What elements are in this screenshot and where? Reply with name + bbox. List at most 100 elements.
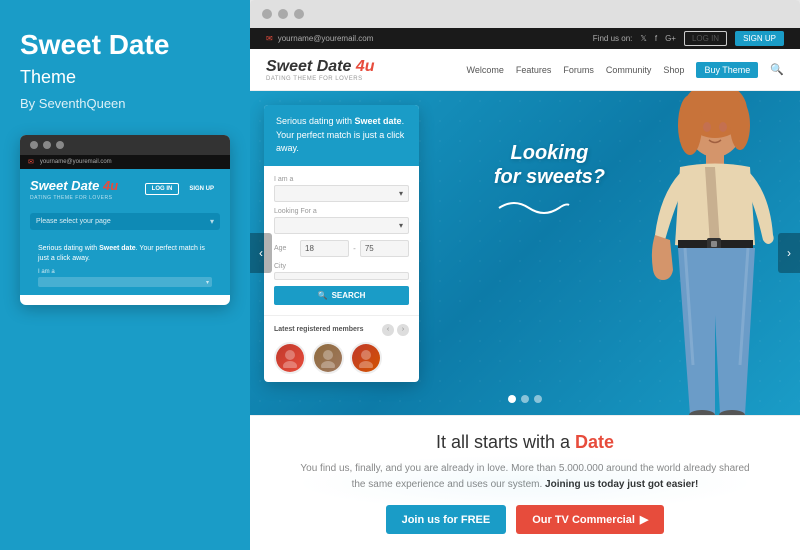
nav-buy-theme[interactable]: Buy Theme [696, 62, 758, 78]
topbar-signup-btn[interactable]: SIGN UP [735, 31, 784, 46]
mini-email-text: yourname@youremail.com [40, 159, 112, 165]
carousel-prev-btn[interactable]: ‹ [250, 233, 272, 273]
site-topbar-right: Find us on: 𝕏 f G+ LOG IN SIGN UP [593, 31, 784, 46]
app-subtitle: Theme [20, 67, 230, 88]
hero-tagline-line2: for sweets? [494, 165, 605, 189]
search-btn-label: SEARCH [332, 291, 366, 300]
site-content: ✉ yourname@youremail.com Find us on: 𝕏 f… [250, 28, 800, 550]
form-members: Latest registered members ‹ › [264, 315, 419, 382]
browser-dot-1 [262, 9, 272, 19]
carousel-dot-3[interactable] [534, 395, 542, 403]
members-next-btn[interactable]: › [397, 324, 409, 336]
search-icon: 🔍 [318, 291, 328, 300]
member-avatar-2[interactable] [312, 342, 344, 374]
topbar-email-icon: ✉ [266, 34, 273, 43]
form-members-avatars [274, 342, 409, 374]
form-iam-row: I am a ▾ [274, 176, 409, 202]
main-browser-bar [250, 0, 800, 28]
mini-field-label: I am a [38, 269, 212, 275]
site-nav: Sweet Date 4u DATING THEME FOR LOVERS We… [250, 49, 800, 91]
form-members-header: Latest registered members ‹ › [274, 324, 409, 336]
avatar-male-1-img [314, 344, 342, 372]
facebook-icon[interactable]: f [655, 34, 657, 43]
member-avatar-3[interactable] [350, 342, 382, 374]
site-topbar: ✉ yourname@youremail.com Find us on: 𝕏 f… [250, 28, 800, 49]
form-age-from-select[interactable]: 18 [300, 240, 349, 257]
main-browser: ✉ yourname@youremail.com Find us on: 𝕏 f… [250, 0, 800, 550]
form-lookingfor-label: Looking For a [274, 208, 409, 215]
mini-select-arrow-icon: ▾ [210, 217, 214, 226]
googleplus-icon[interactable]: G+ [665, 34, 676, 43]
site-topbar-left: ✉ yourname@youremail.com [266, 34, 373, 43]
topbar-email: yourname@youremail.com [278, 34, 374, 43]
nav-search-icon[interactable]: 🔍 [770, 63, 784, 76]
hero-tagline-line1: Looking [494, 141, 605, 165]
mini-topbar: ✉ yourname@youremail.com [20, 155, 230, 169]
form-age-to-value: 75 [365, 244, 374, 253]
form-age-dash: - [353, 244, 356, 253]
mini-page-select[interactable]: Please select your page ▾ [30, 213, 220, 230]
mini-browser: ✉ yourname@youremail.com Sweet Date 4u D… [20, 135, 230, 306]
nav-welcome[interactable]: Welcome [466, 65, 503, 75]
form-lookingfor-arrow-icon: ▾ [399, 221, 403, 230]
world-map-overlay [250, 416, 800, 550]
form-city-label: City [274, 263, 409, 270]
right-panel: ✉ yourname@youremail.com Find us on: 𝕏 f… [250, 0, 800, 550]
nav-community[interactable]: Community [606, 65, 652, 75]
site-logo: Sweet Date 4u DATING THEME FOR LOVERS [266, 58, 374, 82]
form-iam-arrow-icon: ▾ [399, 189, 403, 198]
mini-form-text: Serious dating with Sweet date. Your per… [38, 244, 212, 264]
form-search-btn[interactable]: 🔍 SEARCH [274, 286, 409, 305]
form-lookingfor-row: Looking For a ▾ [274, 208, 409, 234]
browser-dot-2 [278, 9, 288, 19]
nav-forums[interactable]: Forums [563, 65, 594, 75]
form-age-from-value: 18 [305, 244, 314, 253]
browser-dot-3 [294, 9, 304, 19]
mini-browser-bar [20, 135, 230, 155]
mini-field-arrow-icon: ▾ [206, 279, 209, 286]
topbar-login-btn[interactable]: LOG IN [684, 31, 727, 46]
hero-tagline: Looking for sweets? [494, 141, 605, 223]
carousel-dots [508, 395, 542, 403]
nav-shop[interactable]: Shop [663, 65, 684, 75]
form-members-title: Latest registered members [274, 326, 363, 333]
carousel-dot-1[interactable] [508, 395, 516, 403]
mini-blue-section: Serious dating with Sweet date. Your per… [30, 236, 220, 296]
mini-signup-btn[interactable]: SIGN UP [183, 183, 220, 195]
carousel-next-btn[interactable]: › [778, 233, 800, 273]
carousel-dot-2[interactable] [521, 395, 529, 403]
mini-login-btn[interactable]: LOG IN [145, 183, 180, 195]
app-author: By SeventhQueen [20, 96, 230, 111]
form-panel-header: Serious dating with Sweet date. Your per… [264, 105, 419, 166]
mini-email-icon: ✉ [28, 158, 34, 166]
site-hero: ‹ Serious dating with Sweet date. Your p… [250, 91, 800, 415]
form-members-nav: ‹ › [382, 324, 409, 336]
nav-features[interactable]: Features [516, 65, 552, 75]
hero-right: Looking for sweets? [433, 91, 800, 415]
form-age-to-select[interactable]: 75 [360, 240, 409, 257]
mini-field[interactable]: ▾ [38, 277, 212, 287]
twitter-icon[interactable]: 𝕏 [640, 34, 646, 43]
avatar-female-1-img [276, 344, 304, 372]
form-lookingfor-select[interactable]: ▾ [274, 217, 409, 234]
form-iam-label: I am a [274, 176, 409, 183]
mini-dot-2 [43, 141, 51, 149]
members-prev-btn[interactable]: ‹ [382, 324, 394, 336]
mini-auth-btns: LOG IN SIGN UP [145, 183, 220, 195]
find-us-text: Find us on: [593, 34, 633, 43]
form-iam-select[interactable]: ▾ [274, 185, 409, 202]
avatar-female-2-img [352, 344, 380, 372]
mini-logo-sub: DATING THEME FOR LOVERS [30, 195, 118, 201]
site-bottom: It all starts with a Date You find us, f… [250, 415, 800, 550]
app-title: Sweet Date [20, 30, 230, 61]
hero-woman-figure [605, 91, 790, 415]
form-city-row: City [274, 263, 409, 280]
mini-select-text: Please select your page [36, 218, 111, 225]
form-city-input[interactable] [274, 272, 409, 280]
mini-browser-content: ✉ yourname@youremail.com Sweet Date 4u D… [20, 155, 230, 296]
mini-logo: Sweet Date 4u DATING THEME FOR LOVERS [30, 177, 118, 201]
hero-form-panel: Serious dating with Sweet date. Your per… [264, 105, 419, 382]
form-panel-body: I am a ▾ Looking For a ▾ Age [264, 166, 419, 315]
site-nav-links: Welcome Features Forums Community Shop B… [466, 62, 784, 78]
member-avatar-1[interactable] [274, 342, 306, 374]
